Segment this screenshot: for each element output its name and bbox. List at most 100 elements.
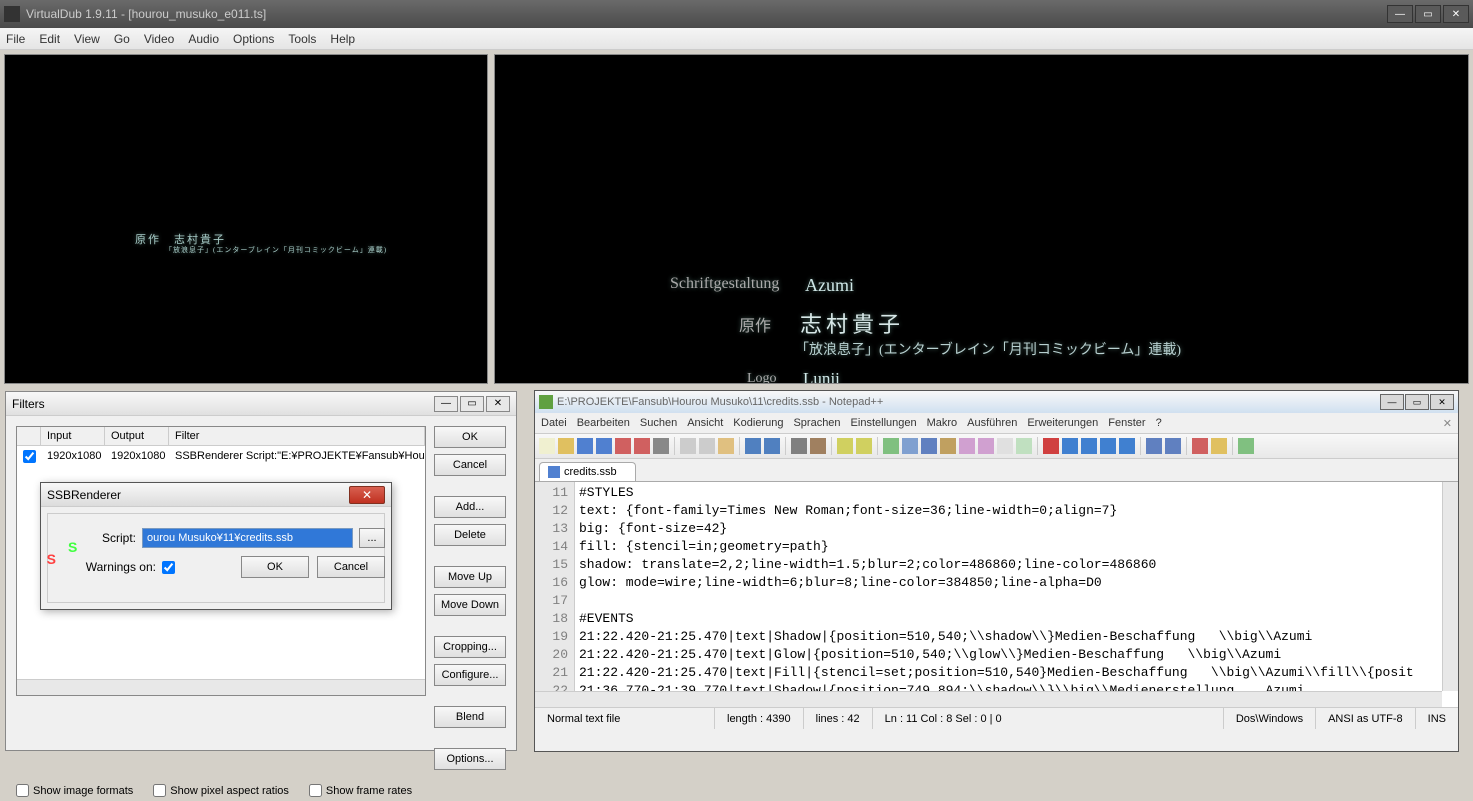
show-image-formats-checkbox[interactable] <box>16 784 29 797</box>
ssb-close-button[interactable]: ✕ <box>349 486 385 504</box>
eol-convert2-icon[interactable] <box>1165 438 1181 454</box>
configure-button[interactable]: Configure... <box>434 664 506 686</box>
blend-button[interactable]: Blend <box>434 706 506 728</box>
script-input[interactable] <box>142 528 353 548</box>
redo-icon[interactable] <box>764 438 780 454</box>
menu-tools[interactable]: Tools <box>288 32 316 46</box>
filters-minimize-button[interactable]: — <box>434 396 458 412</box>
npp-menu-ansicht[interactable]: Ansicht <box>687 417 723 429</box>
video-output-pane[interactable]: Schriftgestaltung Azumi 原作 志村貴子 「放浪息子」(エ… <box>494 54 1469 384</box>
movedown-button[interactable]: Move Down <box>434 594 506 616</box>
function-list-icon[interactable] <box>997 438 1013 454</box>
horizontal-scrollbar[interactable] <box>535 691 1442 707</box>
npp-menu-sprachen[interactable]: Sprachen <box>793 417 840 429</box>
header-input[interactable]: Input <box>41 427 105 445</box>
menu-video[interactable]: Video <box>144 32 174 46</box>
cut-icon[interactable] <box>680 438 696 454</box>
browse-button[interactable]: ... <box>359 528 385 548</box>
close-button[interactable]: ✕ <box>1443 5 1469 23</box>
video-input-pane[interactable]: 原作 志村貴子 「放浪息子」(エンターブレイン「月刊コミックビーム」連載) <box>4 54 488 384</box>
indent-guide-icon[interactable] <box>940 438 956 454</box>
add-button[interactable]: Add... <box>434 496 506 518</box>
plugin-icon[interactable] <box>1238 438 1254 454</box>
menu-audio[interactable]: Audio <box>188 32 219 46</box>
maximize-button[interactable]: ▭ <box>1415 5 1441 23</box>
menu-file[interactable]: File <box>6 32 25 46</box>
code-area[interactable]: #STYLEStext: {font-family=Times New Roma… <box>575 482 1458 707</box>
zoom-out-icon[interactable] <box>856 438 872 454</box>
menu-options[interactable]: Options <box>233 32 274 46</box>
npp-menu-fenster[interactable]: Fenster <box>1108 417 1145 429</box>
zoom-in-icon[interactable] <box>837 438 853 454</box>
doc-map-icon[interactable] <box>978 438 994 454</box>
show-symbols-icon[interactable] <box>921 438 937 454</box>
save-all-icon[interactable] <box>596 438 612 454</box>
header-output[interactable]: Output <box>105 427 169 445</box>
vertical-scrollbar[interactable] <box>1442 482 1458 691</box>
cropping-button[interactable]: Cropping... <box>434 636 506 658</box>
open-file-icon[interactable] <box>558 438 574 454</box>
eol-convert-icon[interactable] <box>1146 438 1162 454</box>
npp-maximize-button[interactable]: ▭ <box>1405 394 1429 410</box>
moveup-button[interactable]: Move Up <box>434 566 506 588</box>
user-define-icon[interactable] <box>959 438 975 454</box>
macro-play-icon[interactable] <box>1081 438 1097 454</box>
save-icon[interactable] <box>577 438 593 454</box>
npp-menu-einstellungen[interactable]: Einstellungen <box>851 417 917 429</box>
npp-menu-help[interactable]: ? <box>1156 417 1162 429</box>
ssb-cancel-button[interactable]: Cancel <box>317 556 385 578</box>
npp-menu-datei[interactable]: Datei <box>541 417 567 429</box>
paste-icon[interactable] <box>718 438 734 454</box>
find-icon[interactable] <box>791 438 807 454</box>
menu-help[interactable]: Help <box>330 32 355 46</box>
npp-menu-erweiterungen[interactable]: Erweiterungen <box>1027 417 1098 429</box>
npp-menu-kodierung[interactable]: Kodierung <box>733 417 783 429</box>
npp-menu-bearbeiten[interactable]: Bearbeiten <box>577 417 630 429</box>
close-file-icon[interactable] <box>615 438 631 454</box>
cancel-button[interactable]: Cancel <box>434 454 506 476</box>
ssb-titlebar[interactable]: SSBRenderer ✕ <box>41 483 391 507</box>
main-titlebar[interactable]: VirtualDub 1.9.11 - [hourou_musuko_e011.… <box>0 0 1473 28</box>
menu-go[interactable]: Go <box>114 32 130 46</box>
tab-credits[interactable]: credits.ssb <box>539 462 636 481</box>
filter-scrollbar[interactable] <box>17 679 425 695</box>
word-wrap-icon[interactable] <box>902 438 918 454</box>
npp-menu-makro[interactable]: Makro <box>927 417 958 429</box>
delete-button[interactable]: Delete <box>434 524 506 546</box>
warnings-checkbox[interactable] <box>162 561 175 574</box>
ssb-ok-button[interactable]: OK <box>241 556 309 578</box>
npp-close-button[interactable]: ✕ <box>1430 394 1454 410</box>
npp-menubar-close-icon[interactable]: ✕ <box>1443 417 1452 430</box>
sync-scroll-icon[interactable] <box>883 438 899 454</box>
show-par-checkbox[interactable] <box>153 784 166 797</box>
header-filter[interactable]: Filter <box>169 427 425 445</box>
new-file-icon[interactable] <box>539 438 555 454</box>
folder-workspace-icon[interactable] <box>1016 438 1032 454</box>
npp-menu-suchen[interactable]: Suchen <box>640 417 677 429</box>
minimize-button[interactable]: — <box>1387 5 1413 23</box>
filters-close-button[interactable]: ✕ <box>486 396 510 412</box>
undo-icon[interactable] <box>745 438 761 454</box>
filters-maximize-button[interactable]: ▭ <box>460 396 484 412</box>
menu-view[interactable]: View <box>74 32 100 46</box>
show-frame-rates-checkbox[interactable] <box>309 784 322 797</box>
close-all-icon[interactable] <box>634 438 650 454</box>
options-button[interactable]: Options... <box>434 748 506 770</box>
filter-row[interactable]: 1920x1080 1920x1080 SSBRenderer Script:"… <box>17 446 425 470</box>
npp-minimize-button[interactable]: — <box>1380 394 1404 410</box>
macro-record-icon[interactable] <box>1043 438 1059 454</box>
spell-check-icon[interactable] <box>1192 438 1208 454</box>
npp-titlebar[interactable]: E:\PROJEKTE\Fansub\Hourou Musuko\11\cred… <box>535 391 1458 413</box>
macro-stop-icon[interactable] <box>1062 438 1078 454</box>
menu-edit[interactable]: Edit <box>39 32 60 46</box>
spell-next-icon[interactable] <box>1211 438 1227 454</box>
filters-titlebar[interactable]: Filters — ▭ ✕ <box>6 392 516 416</box>
ok-button[interactable]: OK <box>434 426 506 448</box>
macro-save-icon[interactable] <box>1119 438 1135 454</box>
copy-icon[interactable] <box>699 438 715 454</box>
print-icon[interactable] <box>653 438 669 454</box>
macro-play-multi-icon[interactable] <box>1100 438 1116 454</box>
filter-enable-checkbox[interactable] <box>23 450 36 463</box>
npp-editor[interactable]: 111213141516171819202122 #STYLEStext: {f… <box>535 481 1458 707</box>
replace-icon[interactable] <box>810 438 826 454</box>
